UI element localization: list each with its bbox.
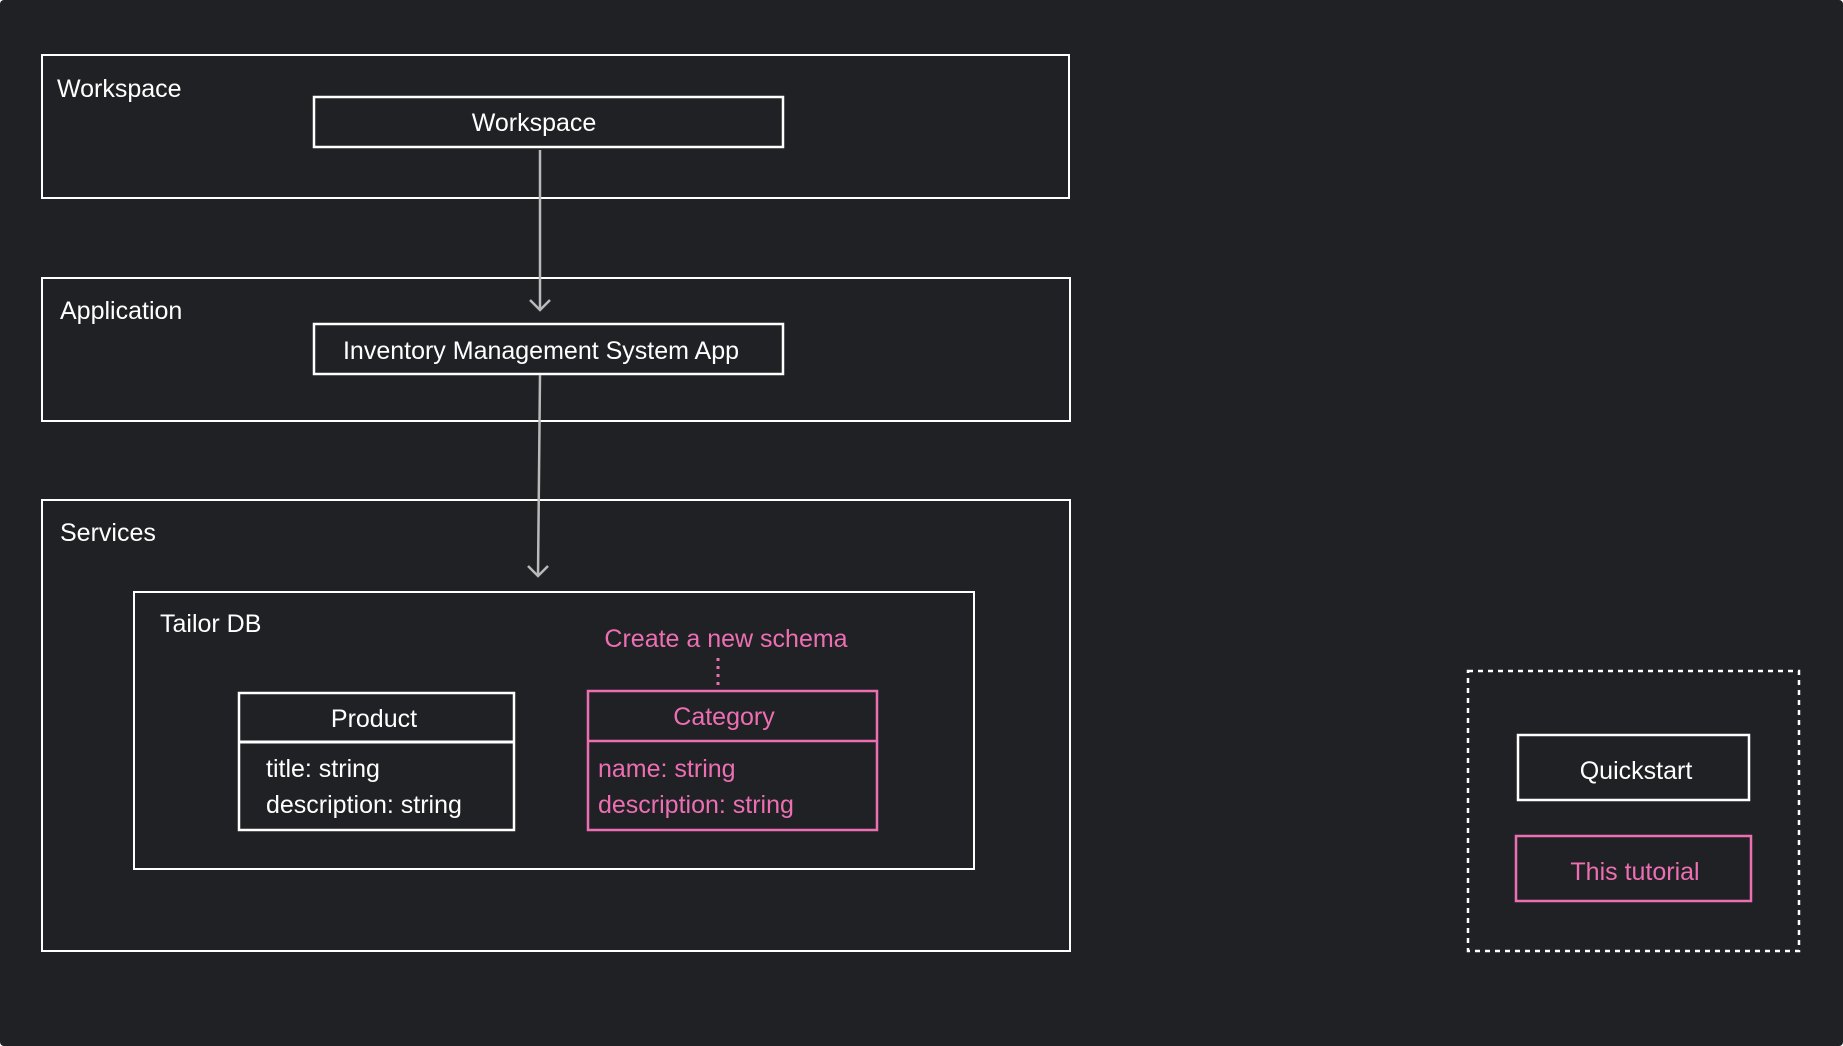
services-group-label: Services: [60, 519, 156, 547]
legend-quickstart-label: Quickstart: [1580, 757, 1693, 785]
product-schema-title: Product: [331, 705, 417, 733]
product-field-description: description: string: [266, 791, 462, 819]
workspace-node-label: Workspace: [472, 109, 597, 137]
product-field-title: title: string: [266, 755, 380, 783]
category-field-description: description: string: [598, 791, 794, 819]
category-annotation: Create a new schema: [604, 625, 847, 653]
diagram-stage: Workspace Workspace Application Inventor…: [0, 0, 1843, 1046]
legend-tutorial-label: This tutorial: [1570, 858, 1699, 886]
tailor-db-label: Tailor DB: [160, 610, 261, 638]
architecture-diagram: Workspace Workspace Application Inventor…: [0, 0, 1843, 1046]
category-schema-title: Category: [673, 703, 775, 731]
category-field-name: name: string: [598, 755, 736, 783]
workspace-group-label: Workspace: [57, 75, 182, 103]
diagram-background: [0, 0, 1843, 1046]
application-group-label: Application: [60, 297, 182, 325]
app-node-label: Inventory Management System App: [343, 337, 739, 365]
